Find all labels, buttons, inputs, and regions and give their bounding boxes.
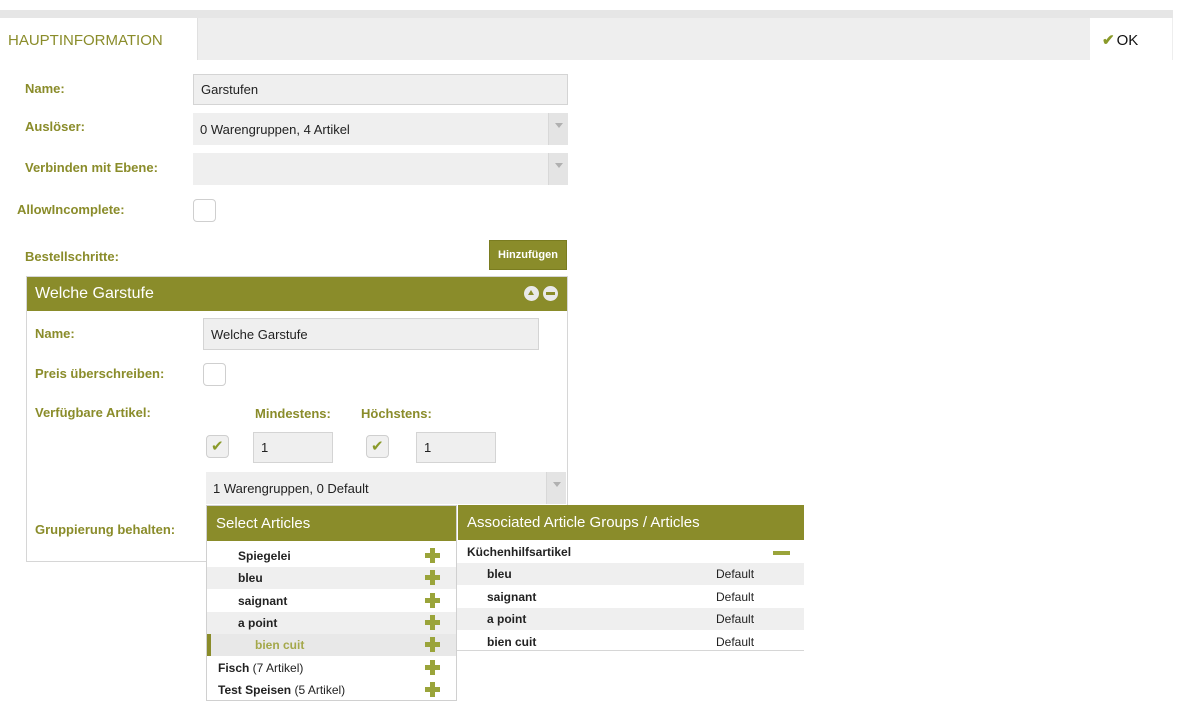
collapse-up-icon[interactable] xyxy=(524,286,539,301)
add-plus-icon[interactable] xyxy=(425,682,440,697)
remove-minus-icon[interactable] xyxy=(773,551,790,555)
default-value: Default xyxy=(716,590,755,604)
dropdown-arrow-icon[interactable] xyxy=(548,113,568,145)
step-panel-header[interactable]: Welche Garstufe xyxy=(27,277,567,311)
associated-header: Associated Article Groups / Articles xyxy=(457,505,804,540)
item-name: saignant xyxy=(238,594,288,608)
table-row[interactable]: a point Default xyxy=(457,608,804,630)
add-plus-icon[interactable] xyxy=(425,637,440,652)
remove-step-icon[interactable] xyxy=(543,286,558,301)
selection-indicator xyxy=(207,634,211,656)
list-item[interactable]: saignant xyxy=(207,590,456,612)
link-level-select[interactable] xyxy=(193,153,568,185)
add-plus-icon[interactable] xyxy=(425,548,440,563)
default-value: Default xyxy=(716,567,755,581)
link-level-label: Verbinden mit Ebene: xyxy=(25,160,158,175)
min-checkbox[interactable] xyxy=(206,435,229,458)
list-item[interactable]: a point xyxy=(207,612,456,634)
associated-articles-panel: Associated Article Groups / Articles Küc… xyxy=(457,505,804,651)
article-groups-value: 1 Warengruppen, 0 Default xyxy=(213,480,369,496)
group-name: Fisch xyxy=(218,661,250,675)
name-input[interactable]: Garstufen xyxy=(193,74,568,105)
name-label: Name: xyxy=(25,81,65,96)
max-input[interactable]: 1 xyxy=(416,432,496,463)
article-name: bleu xyxy=(487,567,512,581)
list-item[interactable]: Fisch (7 Artikel) xyxy=(207,657,456,679)
table-row[interactable]: saignant Default xyxy=(457,586,804,608)
top-strip xyxy=(0,10,1173,18)
ok-button[interactable]: ✔ OK xyxy=(1090,18,1172,60)
select-articles-header: Select Articles xyxy=(207,506,456,541)
group-name: Küchenhilfsartikel xyxy=(467,545,572,559)
table-row[interactable]: bleu Default xyxy=(457,563,804,585)
min-input[interactable]: 1 xyxy=(253,432,333,463)
available-articles-label: Verfügbare Artikel: xyxy=(35,405,151,420)
add-plus-icon[interactable] xyxy=(425,570,440,585)
list-item[interactable]: bleu xyxy=(207,567,456,589)
allow-incomplete-label: AllowIncomplete: xyxy=(17,202,125,217)
dropdown-arrow-icon[interactable] xyxy=(546,472,566,504)
item-name: a point xyxy=(238,616,278,630)
dropdown-arrow-icon[interactable] xyxy=(548,153,568,185)
step-name-input[interactable]: Welche Garstufe xyxy=(203,318,539,350)
article-groups-select[interactable]: 1 Warengruppen, 0 Default xyxy=(206,472,566,504)
min-label: Mindestens: xyxy=(255,406,331,421)
tab-hauptinformation[interactable]: HAUPTINFORMATION xyxy=(0,18,198,60)
ok-label: OK xyxy=(1116,32,1139,49)
article-name: saignant xyxy=(487,590,537,604)
price-override-checkbox[interactable] xyxy=(203,363,226,386)
item-name: Spiegelei xyxy=(238,549,291,563)
item-name: bien cuit xyxy=(255,638,305,652)
step-title: Welche Garstufe xyxy=(35,285,154,302)
add-step-button[interactable]: Hinzufügen xyxy=(489,240,567,270)
list-item[interactable]: Test Speisen (5 Artikel) xyxy=(207,679,456,701)
price-override-label: Preis überschreiben: xyxy=(35,366,165,381)
trigger-label: Auslöser: xyxy=(25,119,85,134)
add-plus-icon[interactable] xyxy=(425,615,440,630)
default-value: Default xyxy=(716,612,755,626)
group-row[interactable]: Küchenhilfsartikel xyxy=(457,541,804,563)
select-articles-panel: Select Articles Spiegelei bleu saignant … xyxy=(206,505,457,701)
article-name: a point xyxy=(487,612,527,626)
step-name-label: Name: xyxy=(35,326,75,341)
allow-incomplete-checkbox[interactable] xyxy=(193,199,216,222)
group-name: Test Speisen xyxy=(218,683,292,697)
add-plus-icon[interactable] xyxy=(425,593,440,608)
list-item[interactable]: Spiegelei xyxy=(207,545,456,567)
group-count: (5 Artikel) xyxy=(291,683,346,697)
trigger-select[interactable]: 0 Warengruppen, 4 Artikel xyxy=(193,113,568,145)
check-icon: ✔ xyxy=(1102,32,1115,49)
order-steps-label: Bestellschritte: xyxy=(25,249,119,264)
group-count: (7 Artikel) xyxy=(249,661,304,675)
divider xyxy=(457,650,804,651)
max-label: Höchstens: xyxy=(361,406,432,421)
list-item-selected[interactable]: bien cuit xyxy=(207,634,456,656)
add-plus-icon[interactable] xyxy=(425,660,440,675)
keep-grouping-label: Gruppierung behalten: xyxy=(35,522,176,537)
trigger-value: 0 Warengruppen, 4 Artikel xyxy=(200,121,350,137)
item-name: bleu xyxy=(238,571,263,585)
max-checkbox[interactable] xyxy=(366,435,389,458)
